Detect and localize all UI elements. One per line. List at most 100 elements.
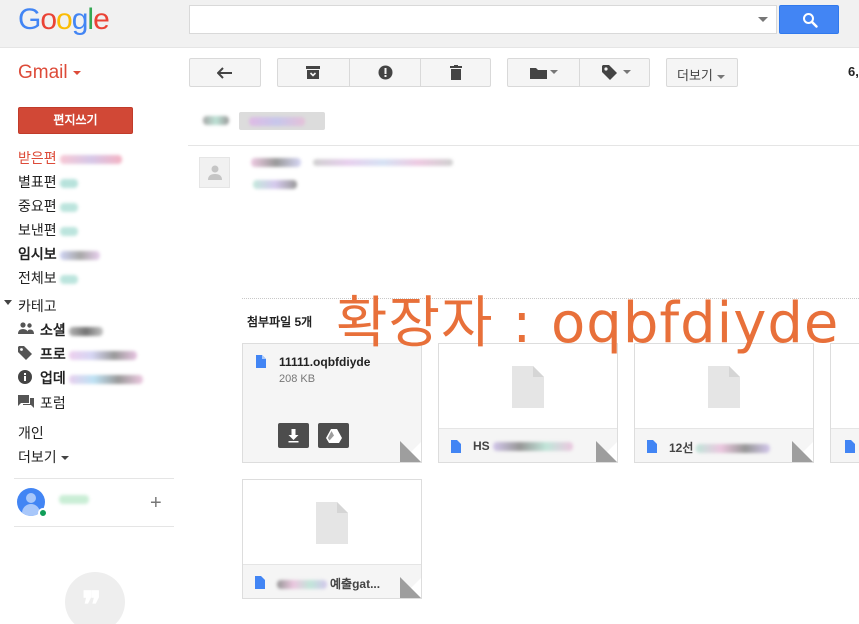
sidebar-item-promotions[interactable]: 프로	[40, 344, 137, 364]
more-actions-button[interactable]: 더보기	[666, 58, 738, 87]
chevron-down-icon	[550, 70, 558, 74]
top-bar: Google	[0, 0, 859, 48]
sidebar-item-label: 별표편	[18, 174, 57, 190]
search-icon	[803, 13, 818, 28]
gmail-window: Google Gmail 더보기 6, 편지쓰기 받은편 별표편 중요편 보낸편…	[0, 0, 859, 624]
chevron-down-icon	[60, 456, 69, 461]
labels-button[interactable]	[580, 59, 650, 86]
sidebar-item-inbox[interactable]: 받은편	[18, 148, 122, 168]
sidebar-item-label: 받은편	[18, 150, 57, 166]
sidebar-divider	[14, 478, 174, 479]
document-placeholder-icon	[316, 502, 348, 544]
sidebar-item-label: 전체보	[18, 270, 57, 286]
sidebar-item-social[interactable]: 소셜	[40, 320, 103, 340]
search-input[interactable]	[189, 5, 777, 34]
download-icon	[288, 429, 299, 443]
attachment-card[interactable]: 12선	[634, 343, 814, 463]
redacted-text	[59, 154, 122, 164]
google-logo[interactable]: Google	[18, 3, 110, 37]
logo-letter: g	[71, 3, 89, 36]
document-placeholder-icon	[708, 366, 740, 408]
extension-watermark: 확장자 : oqbfdiyde	[336, 291, 840, 356]
redacted-text	[59, 226, 78, 236]
forum-icon	[18, 395, 34, 408]
subject-row	[188, 96, 859, 146]
redacted-text	[59, 202, 78, 212]
archive-button[interactable]	[278, 59, 349, 86]
people-icon	[18, 322, 34, 334]
folder-icon	[530, 68, 547, 79]
redacted-text	[253, 180, 297, 189]
quote-glyph: ❞	[82, 584, 102, 624]
attachments-title: 첨부파일 5개	[247, 315, 313, 329]
attachment-card[interactable]: 예출gat...	[242, 479, 422, 599]
file-icon	[845, 440, 855, 453]
sender-avatar	[199, 157, 230, 188]
attachment-card[interactable]: HS	[438, 343, 618, 463]
back-arrow-icon	[217, 67, 232, 79]
attachment-card[interactable]: 11111.oqbfdiyde 208 KB	[242, 343, 422, 463]
sidebar-item-label: 프로	[40, 346, 66, 362]
label-icon	[602, 65, 617, 80]
sidebar-item-starred[interactable]: 별표편	[18, 172, 78, 192]
page-fold-shadow	[400, 577, 421, 598]
report-spam-button[interactable]	[350, 59, 421, 86]
chevron-down-icon	[716, 74, 725, 79]
person-icon	[208, 165, 222, 180]
download-button[interactable]	[278, 423, 309, 448]
logo-letter: o	[40, 3, 57, 36]
attachment-card[interactable]	[830, 343, 859, 463]
delete-button[interactable]	[421, 59, 491, 86]
search-options-caret-icon[interactable]	[758, 17, 768, 22]
file-icon	[647, 440, 657, 453]
redacted-text	[59, 495, 89, 504]
attachment-name: HS	[473, 439, 573, 453]
attachment-footer	[831, 428, 859, 462]
sidebar-item-important[interactable]: 중요편	[18, 196, 78, 216]
sidebar-item-forums[interactable]: 포럼	[40, 393, 66, 413]
sidebar-item-personal[interactable]: 개인	[18, 423, 44, 443]
attachment-size: 208 KB	[279, 373, 316, 385]
gmail-menu[interactable]: Gmail	[18, 62, 81, 84]
action-button-group	[277, 58, 491, 87]
logo-letter: o	[56, 3, 73, 36]
redacted-text	[59, 274, 78, 284]
redacted-text	[203, 116, 229, 125]
file-icon	[256, 355, 266, 368]
attachment-name: 12선	[669, 439, 771, 456]
sidebar-item-label: 임시보	[18, 246, 57, 262]
sidebar-item-sent[interactable]: 보낸편	[18, 220, 78, 240]
attachment-footer: 12선	[635, 428, 813, 462]
attachment-name-text: 12선	[669, 441, 694, 455]
hangouts-quote-icon[interactable]: ❞	[65, 572, 125, 624]
sidebar-categories-header[interactable]: 카테고	[18, 296, 57, 316]
sidebar-item-label: 보낸편	[18, 222, 57, 238]
sidebar-item-label: 개인	[18, 425, 44, 441]
back-button[interactable]	[189, 58, 261, 87]
sidebar-item-updates[interactable]: 업데	[40, 368, 143, 388]
sidebar-item-drafts[interactable]: 임시보	[18, 244, 100, 264]
move-to-button[interactable]	[508, 59, 579, 86]
save-to-drive-button[interactable]	[318, 423, 349, 448]
new-chat-plus-icon[interactable]: +	[150, 492, 162, 515]
categories-label: 카테고	[18, 298, 57, 314]
sidebar-item-label: 포럼	[40, 395, 66, 411]
drive-icon	[326, 429, 342, 443]
online-status-icon	[38, 508, 48, 518]
sidebar-item-all-mail[interactable]: 전체보	[18, 268, 78, 288]
search-button[interactable]	[779, 5, 839, 34]
compose-button[interactable]: 편지쓰기	[18, 107, 133, 134]
sidebar-item-label: 업데	[40, 370, 66, 386]
archive-icon	[306, 66, 320, 79]
sidebar-more-button[interactable]: 더보기	[18, 447, 69, 467]
attachment-footer: 예출gat...	[243, 564, 421, 598]
sidebar-item-label: 소셜	[40, 322, 66, 338]
more-actions-label: 더보기	[677, 68, 713, 83]
redacted-text	[68, 326, 103, 336]
sidebar-divider	[14, 526, 174, 527]
avatar-head	[26, 493, 36, 503]
sidebar-item-label: 더보기	[18, 449, 57, 465]
redacted-text	[492, 442, 573, 452]
attachment-preview	[243, 480, 421, 564]
category-collapse-toggle-icon[interactable]	[4, 300, 12, 305]
